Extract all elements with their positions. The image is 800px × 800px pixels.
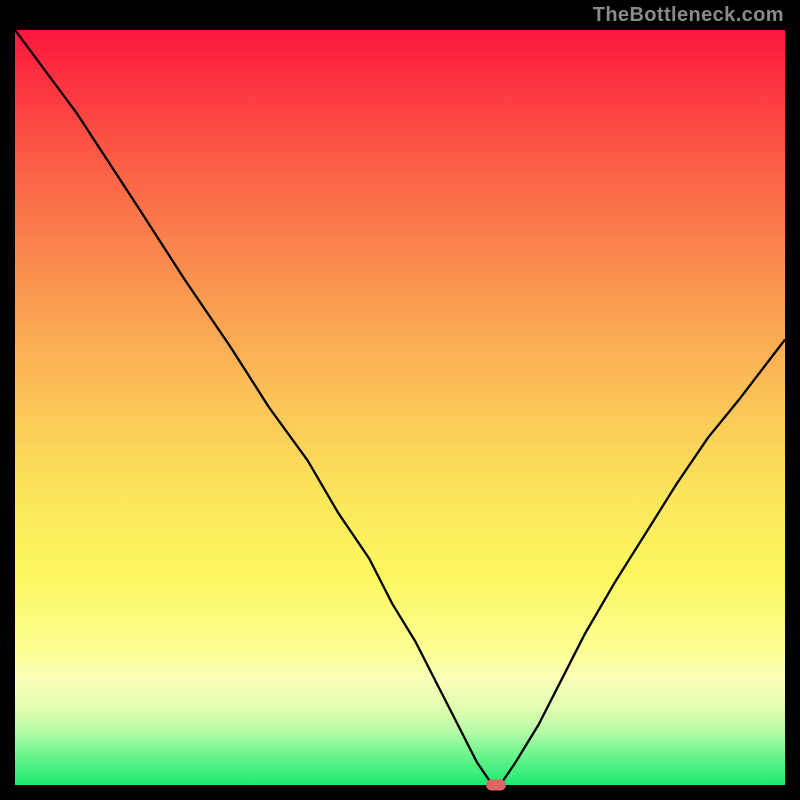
plot-area xyxy=(15,30,785,785)
bottleneck-curve xyxy=(15,30,785,785)
attribution-label: TheBottleneck.com xyxy=(593,4,784,27)
chart-container: TheBottleneck.com xyxy=(0,0,800,800)
optimal-point-marker xyxy=(486,780,506,791)
